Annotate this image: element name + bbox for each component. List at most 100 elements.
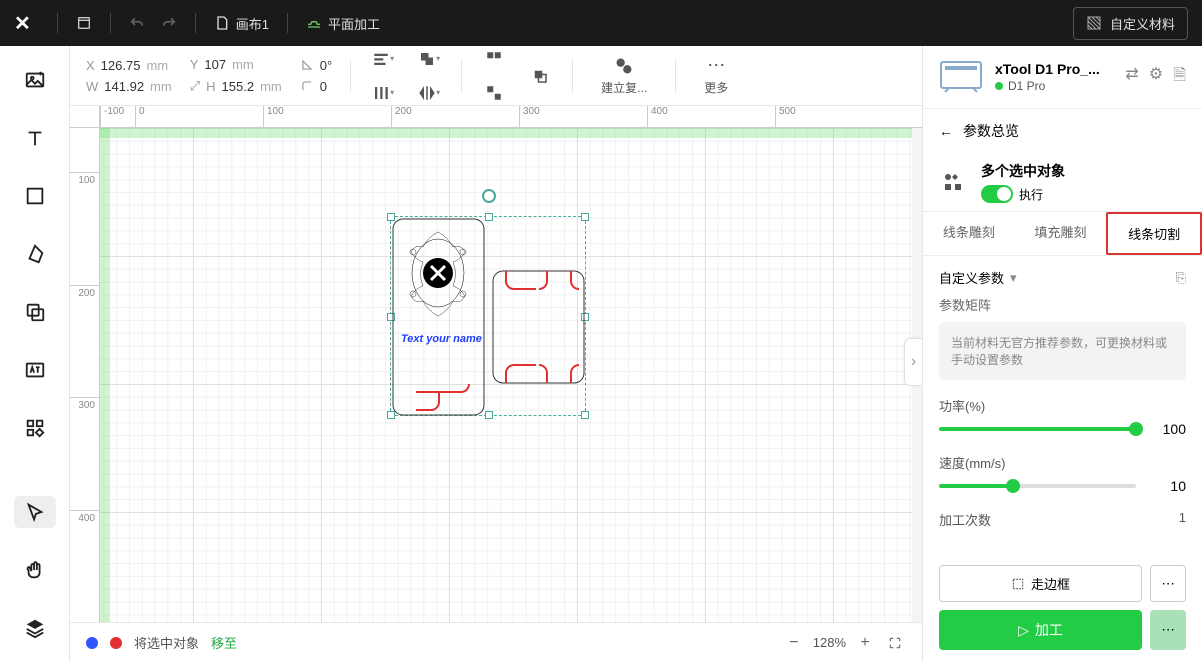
device-icon (939, 58, 983, 96)
canvas-label: 画布1 (236, 14, 269, 33)
ruler-vertical: 100 200 300 400 (70, 128, 100, 622)
status-bar: 将选中对象 移至 − 128% + (70, 622, 922, 662)
mode-tabs: 线条雕刻 填充雕刻 线条切割 (923, 211, 1202, 256)
group-button[interactable] (480, 46, 508, 73)
move-link[interactable]: 移至 (211, 633, 237, 652)
mode-selector[interactable]: 平面加工 (298, 10, 388, 37)
undo-icon (129, 15, 145, 31)
layers-tool[interactable] (14, 612, 56, 644)
speed-label: 速度(mm/s) (939, 453, 1186, 472)
angle-value[interactable]: 0° (320, 58, 332, 73)
canvas-area[interactable]: -100 0 100 200 300 400 500 100 200 300 4… (70, 106, 922, 622)
pen-tool[interactable] (14, 238, 56, 270)
speed-value[interactable]: 10 (1150, 478, 1186, 494)
zoom-fit-button[interactable] (884, 632, 906, 654)
flat-icon (306, 15, 322, 31)
duplicate-button[interactable]: 建立复... (591, 56, 657, 96)
ruler-horizontal: -100 0 100 200 300 400 500 (100, 106, 922, 128)
x-value[interactable]: 126.75 (101, 58, 141, 73)
duplicate-icon (614, 56, 634, 76)
zoom-value: 128% (813, 635, 846, 650)
expand-panel-button[interactable]: › (904, 338, 922, 386)
copy-tool[interactable] (14, 296, 56, 328)
export-params-button[interactable]: ⎘ (1176, 270, 1186, 286)
power-value[interactable]: 100 (1150, 421, 1186, 437)
save-button[interactable] (68, 11, 100, 35)
arrange-button[interactable]: ▾ (415, 46, 443, 73)
left-toolbar (0, 46, 70, 662)
params-overview-header[interactable]: ← 参数总览 (923, 109, 1202, 153)
w-label: W (86, 79, 98, 94)
properties-bar: X126.75mm W141.92mm Y107mm ⤢H155.2mm 0° … (70, 46, 922, 106)
chevron-down-icon[interactable]: ▾ (1010, 270, 1017, 286)
redo-icon (161, 15, 177, 31)
radius-icon (300, 79, 314, 93)
process-more-button[interactable]: ⋯ (1150, 610, 1186, 650)
count-value[interactable]: 1 (1179, 510, 1186, 529)
selection-title: 多个选中对象 (981, 161, 1186, 181)
combine-button[interactable] (526, 62, 554, 90)
material-icon (1086, 15, 1102, 31)
undo-button[interactable] (121, 11, 153, 35)
mode-label: 平面加工 (328, 14, 380, 33)
y-value[interactable]: 107 (204, 57, 226, 72)
canvas-tab[interactable]: 画布1 (206, 10, 277, 37)
right-panel: xTool D1 Pro_... D1 Pro ⇄ ⚙ 🗎 ← 参数总览 多个选… (922, 46, 1202, 662)
zoom-in-button[interactable]: + (854, 632, 876, 654)
flip-button[interactable]: ▾ (415, 79, 443, 107)
multi-select-icon (939, 168, 967, 196)
w-value[interactable]: 141.92 (104, 79, 144, 94)
ungroup-button[interactable] (480, 79, 508, 107)
execute-toggle[interactable] (981, 185, 1013, 203)
logo: ✕ (14, 11, 31, 36)
matrix-info-box: 当前材料无官方推荐参数，可更换材料或手动设置参数 (939, 322, 1186, 380)
power-label: 功率(%) (939, 396, 1186, 415)
device-name: xTool D1 Pro_... (995, 61, 1113, 77)
tab-line-cut[interactable]: 线条切割 (1106, 212, 1202, 255)
distribute-button[interactable]: ▾ (369, 79, 397, 107)
status-dot-red[interactable] (110, 637, 122, 649)
save-icon (76, 15, 92, 31)
redo-button[interactable] (153, 11, 185, 35)
process-button[interactable]: ▷ 加工 (939, 610, 1142, 650)
ai-tool[interactable] (14, 354, 56, 386)
hand-tool[interactable] (14, 554, 56, 586)
count-label: 加工次数 (939, 510, 991, 529)
rotation-handle[interactable] (482, 189, 496, 203)
canvas-text-object[interactable]: Text your name (401, 333, 482, 345)
power-slider[interactable] (939, 427, 1136, 431)
back-icon[interactable]: ← (939, 123, 953, 139)
frame-more-button[interactable]: ⋯ (1150, 565, 1186, 602)
document-button[interactable]: 🗎 (1173, 64, 1186, 91)
device-row: xTool D1 Pro_... D1 Pro ⇄ ⚙ 🗎 (923, 46, 1202, 109)
align-h-button[interactable]: ▾ (369, 46, 397, 73)
h-label: H (206, 79, 215, 94)
device-status-dot (995, 82, 1003, 90)
h-value[interactable]: 155.2 (222, 79, 255, 94)
tab-line-engrave[interactable]: 线条雕刻 (923, 212, 1015, 255)
settings-button[interactable]: ⚙ (1149, 64, 1163, 91)
file-icon (214, 15, 230, 31)
select-tool[interactable] (14, 496, 56, 528)
rect-tool[interactable] (14, 180, 56, 212)
device-status-text: D1 Pro (1008, 79, 1045, 93)
text-tool[interactable] (14, 122, 56, 154)
tab-fill-engrave[interactable]: 填充雕刻 (1015, 212, 1107, 255)
selection-box[interactable]: Text your name (390, 216, 586, 416)
y-label: Y (190, 57, 199, 72)
zoom-out-button[interactable]: − (783, 632, 805, 654)
custom-material-button[interactable]: 自定义材料 (1073, 7, 1188, 40)
more-button[interactable]: ⋯ 更多 (694, 55, 738, 96)
speed-slider[interactable] (939, 484, 1136, 488)
frame-button[interactable]: 走边框 (939, 565, 1142, 602)
radius-value[interactable]: 0 (320, 79, 327, 94)
custom-params-label: 自定义参数 (939, 268, 1004, 287)
play-icon: ▷ (1018, 622, 1029, 639)
refresh-button[interactable]: ⇄ (1125, 64, 1138, 91)
custom-material-label: 自定义材料 (1110, 14, 1175, 33)
apps-tool[interactable] (14, 412, 56, 444)
angle-icon (300, 58, 314, 72)
matrix-label: 参数矩阵 (939, 295, 1186, 314)
image-tool[interactable] (14, 64, 56, 96)
status-dot-blue[interactable] (86, 637, 98, 649)
